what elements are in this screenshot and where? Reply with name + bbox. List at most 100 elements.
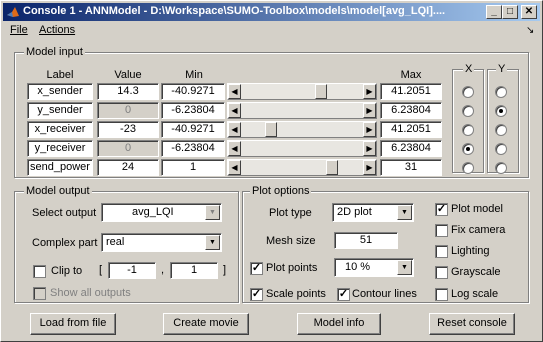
input-slider[interactable]: ◀ ▶ <box>227 102 377 119</box>
slider-right-arrow-icon[interactable]: ▶ <box>363 84 376 99</box>
slider-left-arrow-icon[interactable]: ◀ <box>228 122 241 137</box>
menu-actions[interactable]: Actions <box>39 24 75 36</box>
show-all-outputs-label: Show all outputs <box>50 287 131 299</box>
x-axis-radio[interactable] <box>462 86 474 98</box>
complex-part-dropdown[interactable]: real ▼ <box>101 233 222 252</box>
plot-model-checkbox[interactable]: ✓ <box>435 203 448 216</box>
slider-right-arrow-icon[interactable]: ▶ <box>363 160 376 175</box>
input-label-field[interactable]: y_receiver <box>27 140 93 157</box>
input-slider[interactable]: ◀ ▶ <box>227 140 377 157</box>
slider-left-arrow-icon[interactable]: ◀ <box>228 141 241 156</box>
input-value-field[interactable]: 0 <box>97 140 159 157</box>
input-label-field[interactable]: y_sender <box>27 102 93 119</box>
y-axis-radio[interactable] <box>495 105 507 117</box>
x-axis-radio[interactable] <box>462 105 474 117</box>
input-label-field[interactable]: x_sender <box>27 83 93 100</box>
input-value-field[interactable]: 24 <box>97 159 159 176</box>
y-axis-title: Y <box>496 63 508 75</box>
contour-lines-checkbox[interactable]: ✓ <box>337 288 350 301</box>
clip-min-input[interactable]: -1 <box>108 262 156 279</box>
log-scale-checkbox[interactable] <box>435 288 448 301</box>
input-min-field[interactable]: -40.9271 <box>161 121 225 138</box>
chevron-down-icon: ▼ <box>397 260 412 275</box>
plot-points-dropdown[interactable]: 10 % ▼ <box>334 258 414 277</box>
input-value-field[interactable]: 0 <box>97 102 159 119</box>
mesh-size-input[interactable]: 51 <box>334 232 398 249</box>
plot-type-dropdown[interactable]: 2D plot ▼ <box>332 203 414 222</box>
input-slider[interactable]: ◀ ▶ <box>227 121 377 138</box>
slider-left-arrow-icon[interactable]: ◀ <box>228 103 241 118</box>
grayscale-checkbox[interactable] <box>435 266 448 279</box>
select-output-dropdown[interactable]: avg_LQI ▼ <box>101 203 222 222</box>
slider-thumb[interactable] <box>315 84 327 99</box>
menu-file[interactable]: File <box>10 24 28 36</box>
select-output-value: avg_LQI <box>132 206 174 218</box>
matlab-logo-icon <box>7 7 19 17</box>
input-max-field[interactable]: 6.23804 <box>380 102 442 119</box>
complex-part-label: Complex part <box>32 237 98 249</box>
minimize-button[interactable]: _ <box>486 5 502 19</box>
scale-points-checkbox[interactable]: ✓ <box>250 288 263 301</box>
slider-right-arrow-icon[interactable]: ▶ <box>363 103 376 118</box>
input-max-field[interactable]: 6.23804 <box>380 140 442 157</box>
input-label-field[interactable]: send_power <box>27 159 93 176</box>
load-from-file-button[interactable]: Load from file <box>30 313 116 335</box>
lighting-checkbox[interactable] <box>435 245 448 258</box>
slider-thumb[interactable] <box>326 160 338 175</box>
input-max-field[interactable]: 41.2051 <box>380 83 442 100</box>
input-min-field[interactable]: -6.23804 <box>161 102 225 119</box>
maximize-button[interactable]: □ <box>502 5 518 19</box>
show-all-outputs-checkbox[interactable] <box>33 287 46 300</box>
input-slider[interactable]: ◀ ▶ <box>227 83 377 100</box>
log-scale-label: Log scale <box>451 288 499 300</box>
y-axis-radio[interactable] <box>495 143 507 155</box>
title-bar[interactable]: Console 1 - ANNModel - D:\Workspace\SUMO… <box>3 3 540 21</box>
plot-model-label: Plot model <box>451 203 503 215</box>
x-axis-radio[interactable] <box>462 124 474 136</box>
x-axis-title: X <box>463 63 475 75</box>
clip-max-input[interactable]: 1 <box>170 262 218 279</box>
input-min-field[interactable]: -6.23804 <box>161 140 225 157</box>
chevron-down-icon: ▼ <box>397 205 412 220</box>
y-axis-radio[interactable] <box>495 124 507 136</box>
slider-thumb[interactable] <box>265 122 277 137</box>
scale-points-label: Scale points <box>266 288 326 300</box>
input-max-field[interactable]: 41.2051 <box>380 121 442 138</box>
y-axis-radio[interactable] <box>495 86 507 98</box>
slider-left-arrow-icon[interactable]: ◀ <box>228 84 241 99</box>
input-min-field[interactable]: -40.9271 <box>161 83 225 100</box>
plot-points-checkbox[interactable]: ✓ <box>250 262 263 275</box>
window-title: Console 1 - ANNModel - D:\Workspace\SUMO… <box>23 5 446 17</box>
input-label-field[interactable]: x_receiver <box>27 121 93 138</box>
header-value: Value <box>114 69 142 81</box>
slider-right-arrow-icon[interactable]: ▶ <box>363 122 376 137</box>
y-axis-radio[interactable] <box>495 162 507 174</box>
model-output-title: Model output <box>24 185 92 197</box>
model-info-button[interactable]: Model info <box>297 313 381 335</box>
mesh-size-label: Mesh size <box>266 235 316 247</box>
slider-left-arrow-icon[interactable]: ◀ <box>228 160 241 175</box>
slider-right-arrow-icon[interactable]: ▶ <box>363 141 376 156</box>
clip-to-checkbox[interactable] <box>33 265 46 278</box>
input-slider[interactable]: ◀ ▶ <box>227 159 377 176</box>
dock-icon[interactable]: ↘ <box>526 25 534 36</box>
create-movie-button[interactable]: Create movie <box>163 313 249 335</box>
complex-part-value: real <box>106 236 125 248</box>
fix-camera-label: Fix camera <box>451 224 506 236</box>
plot-type-label: Plot type <box>269 207 312 219</box>
close-button[interactable]: ✕ <box>521 5 537 19</box>
plot-options-title: Plot options <box>250 185 312 197</box>
lighting-label: Lighting <box>451 245 490 257</box>
x-axis-radio[interactable] <box>462 143 474 155</box>
fix-camera-checkbox[interactable] <box>435 224 448 237</box>
input-value-field[interactable]: -23 <box>97 121 159 138</box>
input-min-field[interactable]: 1 <box>161 159 225 176</box>
input-value-field[interactable]: 14.3 <box>97 83 159 100</box>
x-axis-radio[interactable] <box>462 162 474 174</box>
input-max-field[interactable]: 31 <box>380 159 442 176</box>
clip-open-bracket: [ <box>99 264 103 276</box>
plot-type-value: 2D plot <box>337 206 372 218</box>
reset-console-button[interactable]: Reset console <box>429 313 515 335</box>
header-label: Label <box>46 69 74 81</box>
header-max: Max <box>400 69 422 81</box>
